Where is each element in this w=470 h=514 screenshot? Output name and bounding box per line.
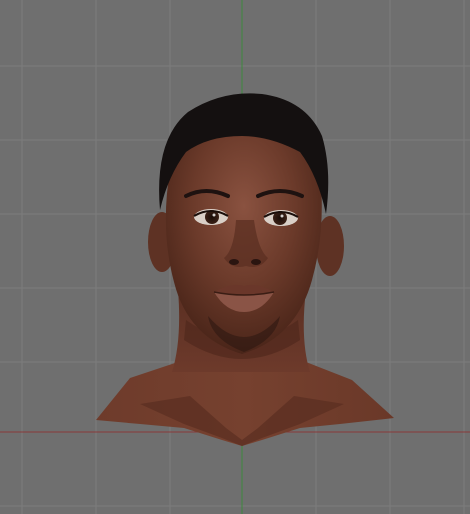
- viewport-canvas[interactable]: [0, 0, 470, 514]
- right-eye: [263, 210, 299, 226]
- 3d-viewport[interactable]: [0, 0, 470, 514]
- nose-left-nostril: [229, 259, 239, 265]
- nose-right-nostril: [251, 259, 261, 265]
- head-mesh[interactable]: [96, 93, 394, 446]
- left-eye: [193, 209, 229, 225]
